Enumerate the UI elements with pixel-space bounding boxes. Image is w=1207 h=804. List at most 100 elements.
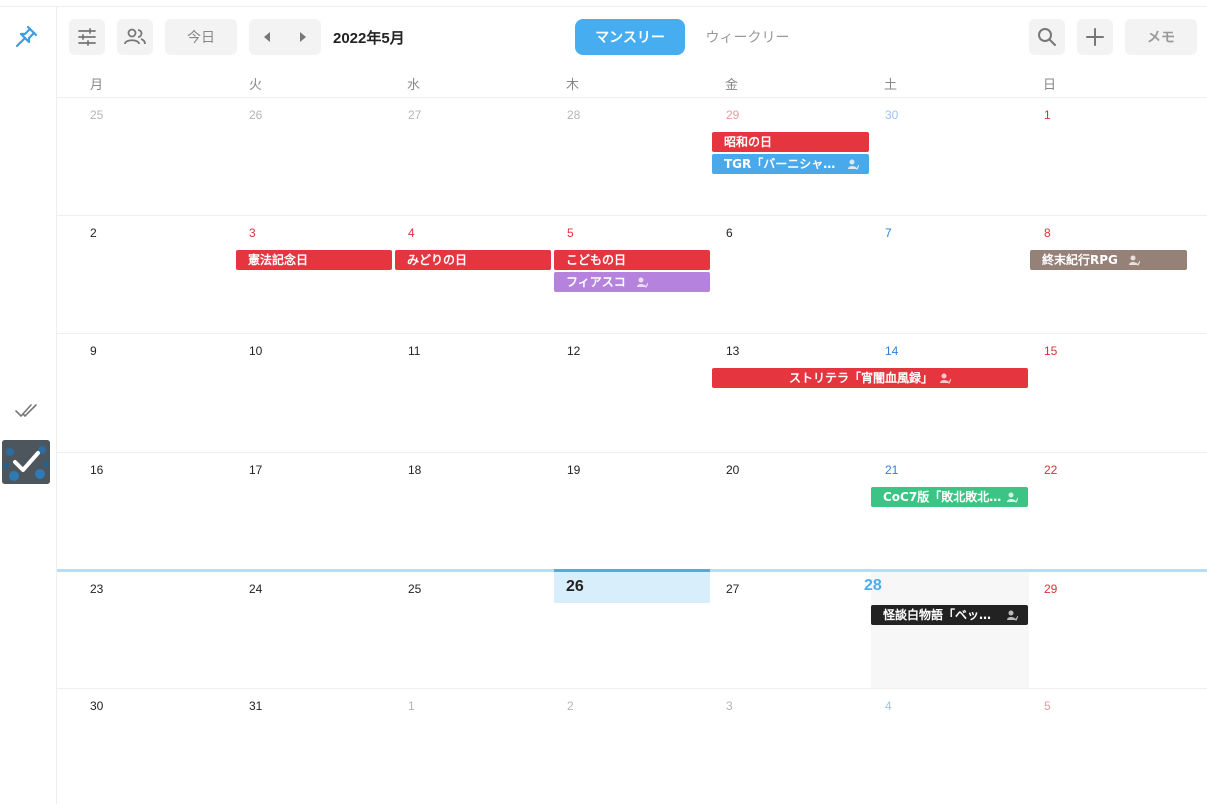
date-number: 5: [567, 226, 574, 240]
day-cell[interactable]: 3: [216, 216, 375, 333]
day-cell[interactable]: 13: [693, 334, 852, 452]
date-number: 27: [408, 108, 422, 122]
date-number: 10: [249, 344, 263, 358]
day-cell[interactable]: 20: [693, 453, 852, 572]
day-cell[interactable]: 1: [375, 689, 534, 804]
event-shumatsu[interactable]: 終末紀行RPG: [1030, 250, 1187, 270]
day-cell[interactable]: 1: [1011, 98, 1170, 215]
day-cell[interactable]: 29: [1011, 572, 1170, 688]
day-cell[interactable]: 30: [57, 689, 216, 804]
day-cell[interactable]: 10: [216, 334, 375, 452]
day-cell[interactable]: 9: [57, 334, 216, 452]
participant-icon: [1129, 255, 1141, 266]
participant-icon: [1007, 610, 1018, 621]
day-cell[interactable]: 31: [216, 689, 375, 804]
filter-button[interactable]: [69, 19, 105, 55]
event-midori[interactable]: みどりの日: [395, 250, 551, 270]
day-cell[interactable]: 4: [375, 216, 534, 333]
date-number: 4: [885, 699, 892, 713]
event-kodomo[interactable]: こどもの日: [554, 250, 710, 270]
date-number: 3: [249, 226, 256, 240]
event-kaidan[interactable]: 怪談白物語「ベッ…: [871, 605, 1028, 625]
date-number: 1: [408, 699, 415, 713]
members-button[interactable]: [117, 19, 153, 55]
event-label: こどもの日: [566, 253, 627, 267]
participant-icon: [848, 159, 859, 170]
pin-icon[interactable]: [13, 24, 39, 50]
day-cell[interactable]: 25: [375, 572, 534, 688]
participant-icon: [636, 277, 648, 288]
day-cell[interactable]: 6: [693, 216, 852, 333]
event-label: 憲法記念日: [248, 253, 309, 267]
weekday-fri: 金: [725, 78, 739, 93]
day-cell[interactable]: 4: [852, 689, 1011, 804]
event-kenpo[interactable]: 憲法記念日: [236, 250, 392, 270]
checked-thumbnail[interactable]: [2, 440, 50, 484]
day-cell[interactable]: 17: [216, 453, 375, 572]
date-number: 8: [1044, 226, 1051, 240]
event-storytella[interactable]: ストリテラ「宵闇血風録」: [712, 368, 1028, 388]
add-button[interactable]: [1077, 19, 1113, 55]
prev-month-button[interactable]: [249, 19, 285, 55]
date-number: 12: [567, 344, 581, 358]
date-number: 30: [885, 108, 899, 122]
event-label: ストリテラ「宵闇血風録」: [788, 371, 933, 385]
day-cell[interactable]: 14: [852, 334, 1011, 452]
weekday-sun: 日: [1043, 78, 1057, 93]
day-cell[interactable]: 5: [1011, 689, 1170, 804]
day-cell[interactable]: 27: [375, 98, 534, 215]
double-check-icon[interactable]: [14, 402, 40, 420]
day-cell[interactable]: 23: [57, 572, 216, 688]
date-number: 28: [864, 577, 882, 594]
event-coc[interactable]: CoC7版「敗北敗北…: [871, 487, 1028, 507]
tab-monthly[interactable]: マンスリー: [575, 19, 685, 55]
day-cell[interactable]: 12: [534, 334, 693, 452]
date-number: 17: [249, 463, 263, 477]
month-title: 2022年5月: [333, 30, 405, 47]
day-cell[interactable]: 24: [216, 572, 375, 688]
event-label: 怪談白物語「ベッ…: [883, 608, 992, 622]
month-nav: [249, 19, 321, 55]
day-cell[interactable]: 28: [852, 572, 1011, 688]
event-tgr[interactable]: TGR「バーニシャ…: [712, 154, 869, 174]
day-cell[interactable]: 27: [693, 572, 852, 688]
memo-button[interactable]: メモ: [1125, 19, 1197, 55]
day-cell[interactable]: 22: [1011, 453, 1170, 572]
day-cell[interactable]: 30: [852, 98, 1011, 215]
date-number: 4: [408, 226, 415, 240]
participant-icon: [940, 373, 951, 384]
day-cell[interactable]: 26: [216, 98, 375, 215]
day-cell[interactable]: 3: [693, 689, 852, 804]
prev-arrow-icon: [264, 32, 270, 42]
date-number: 5: [1044, 699, 1051, 713]
day-cell[interactable]: 28: [534, 98, 693, 215]
date-number: 13: [726, 344, 740, 358]
day-cell[interactable]: 7: [852, 216, 1011, 333]
today-button[interactable]: 今日: [165, 19, 237, 55]
day-cell[interactable]: 2: [57, 216, 216, 333]
day-cell[interactable]: [534, 572, 693, 688]
day-cell[interactable]: 15: [1011, 334, 1170, 452]
date-number: 16: [90, 463, 104, 477]
date-number: 15: [1044, 344, 1058, 358]
event-label: 終末紀行RPG: [1042, 253, 1118, 267]
tab-weekly[interactable]: ウィークリー: [700, 19, 795, 55]
day-cell[interactable]: 25: [57, 98, 216, 215]
day-cell[interactable]: 18: [375, 453, 534, 572]
search-icon: [1038, 28, 1056, 46]
day-cell[interactable]: 16: [57, 453, 216, 572]
left-rail: [0, 7, 57, 804]
day-cell[interactable]: 2: [534, 689, 693, 804]
day-cell[interactable]: 8: [1011, 216, 1170, 333]
event-fiasco[interactable]: フィアスコ: [554, 272, 710, 292]
day-cell[interactable]: 11: [375, 334, 534, 452]
group-icon: [124, 28, 146, 45]
event-showa[interactable]: 昭和の日: [712, 132, 869, 152]
day-cell[interactable]: 19: [534, 453, 693, 572]
top-border: [0, 0, 1207, 7]
date-number: 29: [1044, 582, 1058, 596]
next-month-button[interactable]: [285, 19, 321, 55]
participant-icon: [1007, 492, 1018, 503]
day-cell[interactable]: 21: [852, 453, 1011, 572]
search-button[interactable]: [1029, 19, 1065, 55]
